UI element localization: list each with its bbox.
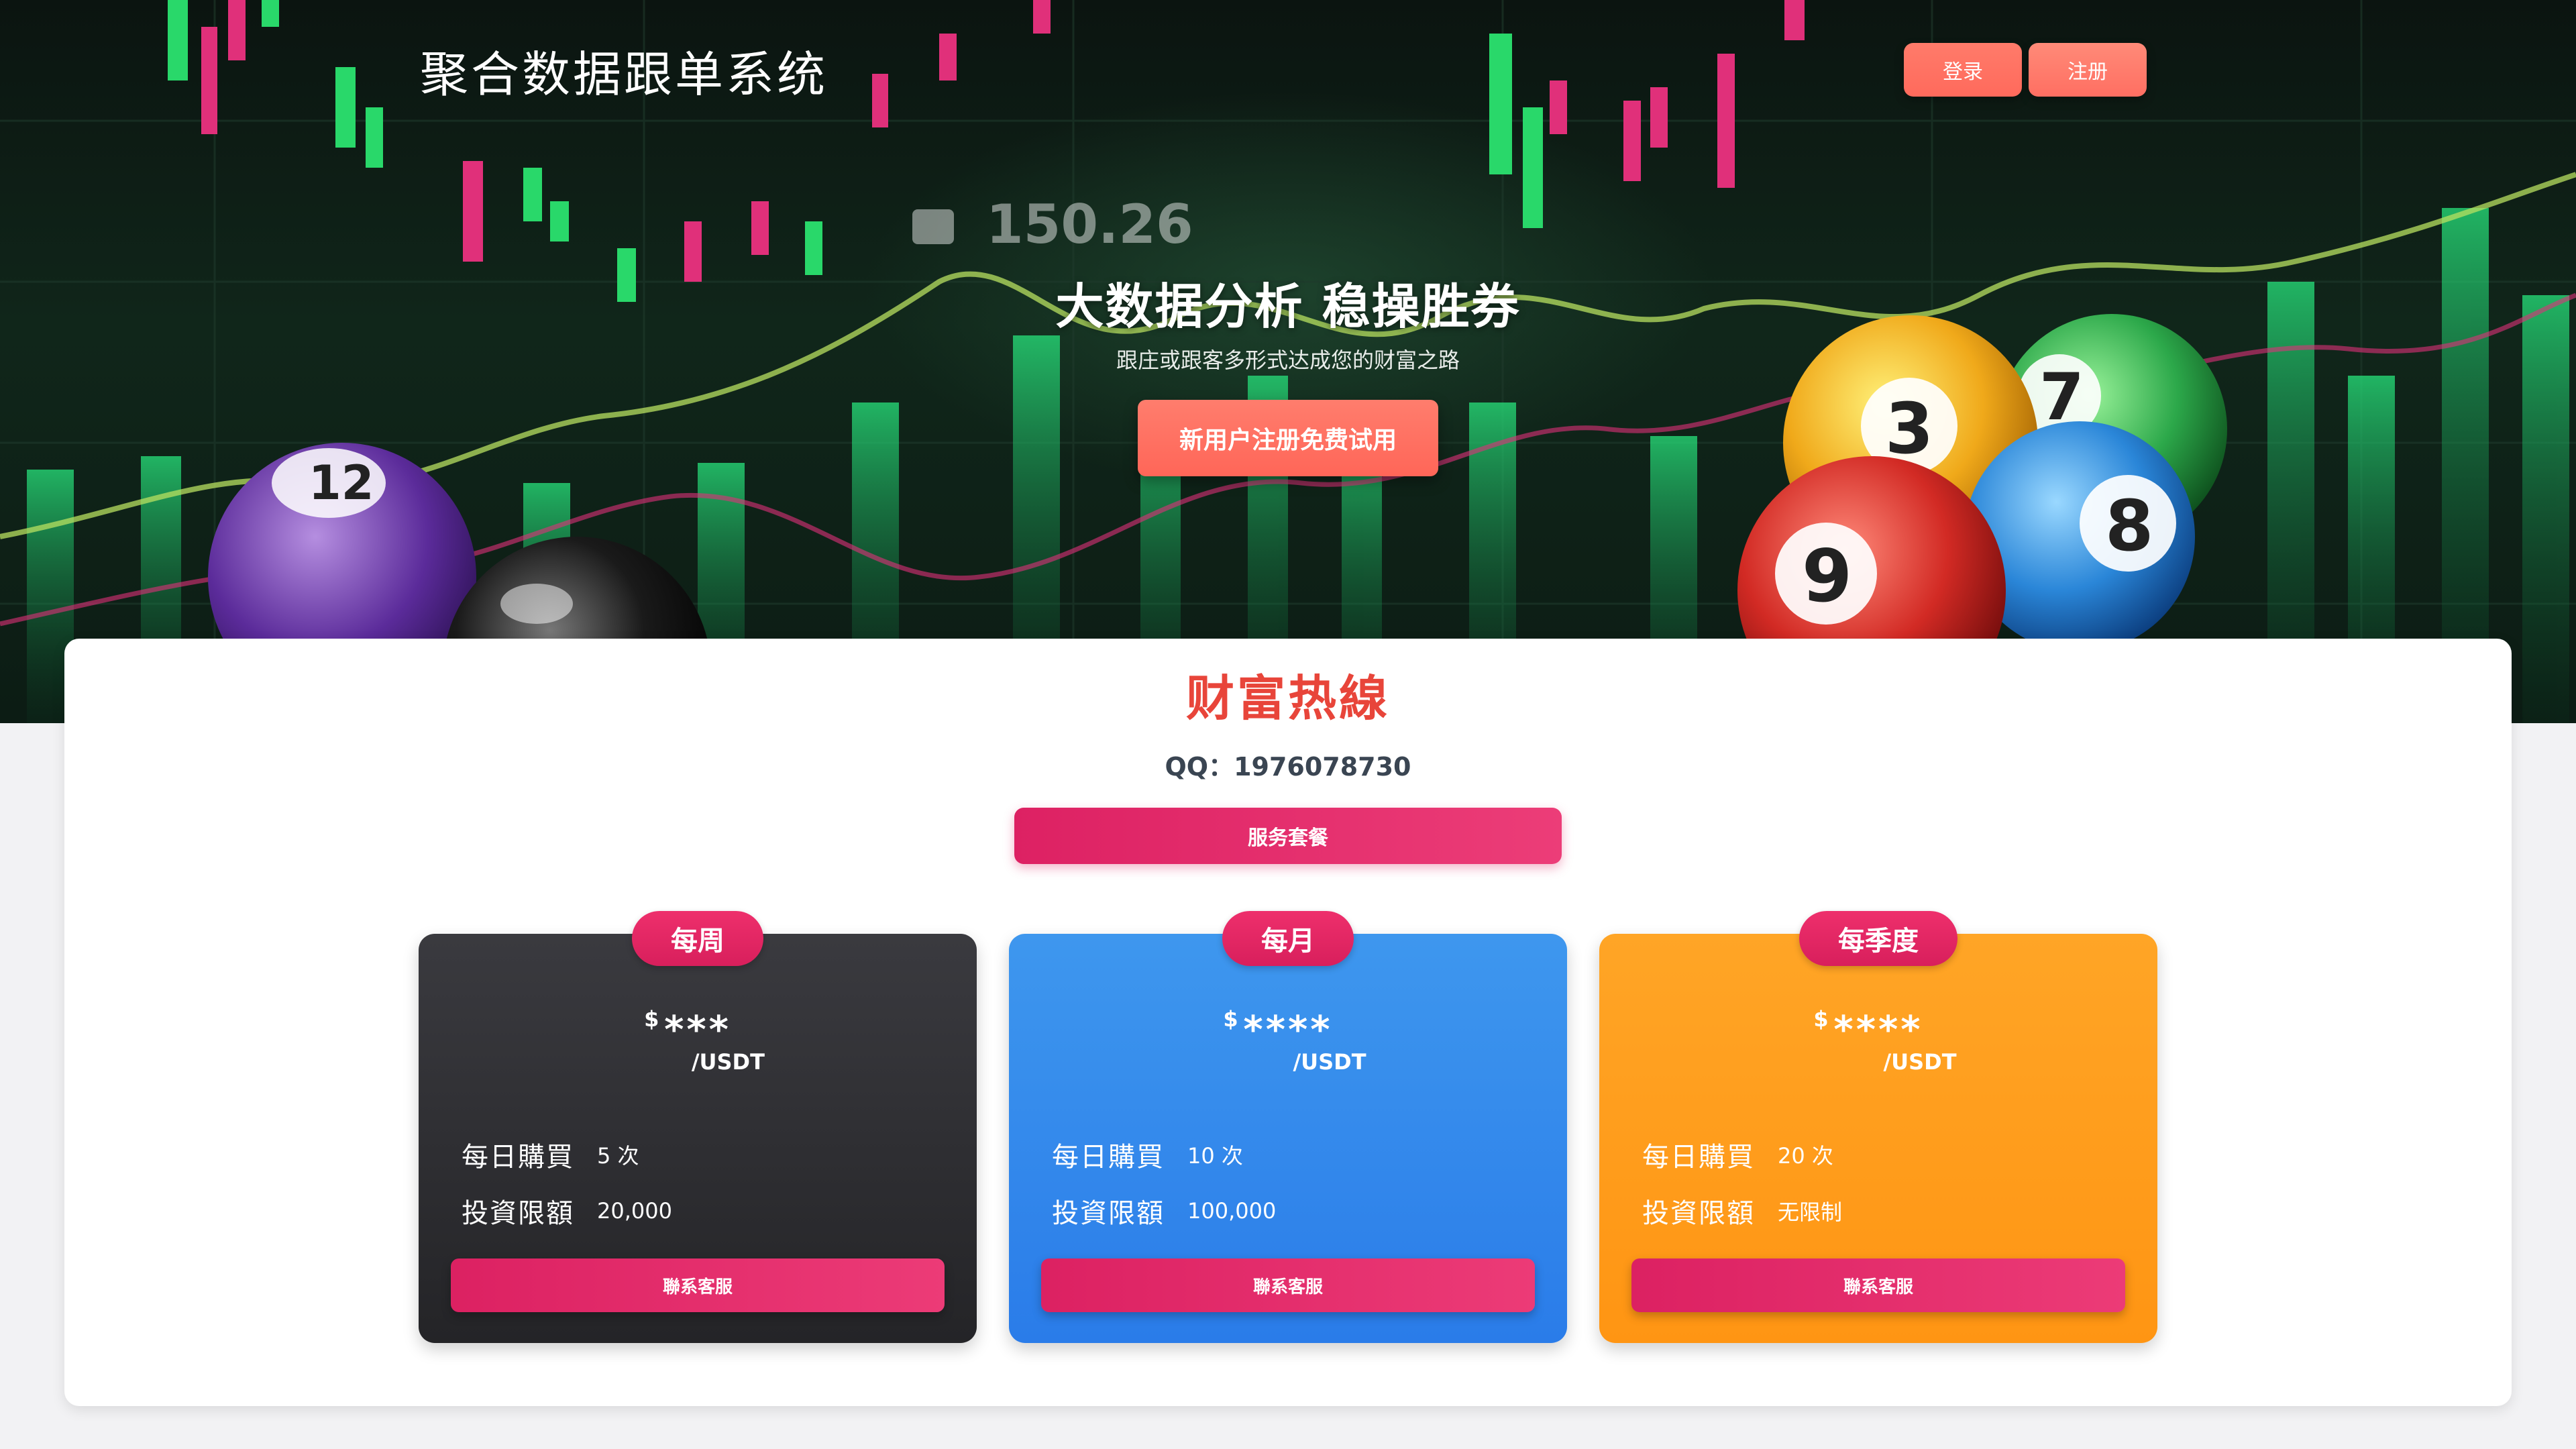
contact-support-button[interactable]: 聯系客服 bbox=[1631, 1258, 2125, 1312]
register-button[interactable]: 注册 bbox=[2029, 43, 2147, 97]
daily-purchase-value: 20 次 bbox=[1778, 1143, 1833, 1169]
price-amount: *** bbox=[664, 1008, 731, 1052]
hero-banner: 150.26 12 7 3 8 9 聚合数据跟单系统 登录 注册 大数据分析 稳… bbox=[0, 0, 2576, 723]
site-title: 聚合数据跟单系统 bbox=[420, 46, 828, 103]
investment-limit-row: 投資限額 无限制 bbox=[1642, 1191, 1842, 1230]
price-unit: /USDT bbox=[691, 1049, 765, 1075]
price-amount: **** bbox=[1833, 1008, 1923, 1052]
free-trial-signup-button[interactable]: 新用户注册免费试用 bbox=[1138, 400, 1438, 476]
ball-number-3: 3 bbox=[1885, 388, 1933, 470]
price-unit: /USDT bbox=[1883, 1049, 1957, 1075]
hero-subtitle: 跟庄或跟客多形式达成您的财富之路 bbox=[1116, 347, 1460, 373]
plan-card-quarterly: 每季度 $ **** /USDT 每日購買 20 次 投資限額 无限制 聯系客服 bbox=[1599, 911, 2157, 1343]
investment-limit-label: 投資限額 bbox=[462, 1198, 574, 1229]
hero-headline: 大数据分析 稳操胜券 bbox=[1055, 278, 1521, 335]
plan-price: $ *** /USDT bbox=[644, 1006, 765, 1075]
daily-purchase-row: 每日購買 5 次 bbox=[462, 1135, 639, 1174]
plan-price: $ **** /USDT bbox=[1223, 1006, 1366, 1075]
plan-card-weekly: 每周 $ *** /USDT 每日購買 5 次 投資限額 20,000 聯系客服 bbox=[419, 911, 977, 1343]
ball-number-12: 12 bbox=[309, 455, 374, 511]
contact-support-button[interactable]: 聯系客服 bbox=[451, 1258, 945, 1312]
plan-price: $ **** /USDT bbox=[1813, 1006, 1956, 1075]
investment-limit-value: 无限制 bbox=[1778, 1199, 1843, 1225]
investment-limit-label: 投資限額 bbox=[1642, 1198, 1755, 1229]
daily-purchase-value: 10 次 bbox=[1187, 1143, 1243, 1169]
daily-purchase-label: 每日購買 bbox=[462, 1142, 574, 1173]
investment-limit-label: 投資限額 bbox=[1052, 1198, 1165, 1229]
plan-name-badge: 每周 bbox=[632, 911, 763, 966]
daily-purchase-label: 每日購買 bbox=[1642, 1142, 1755, 1173]
login-button[interactable]: 登录 bbox=[1904, 43, 2022, 97]
daily-purchase-row: 每日購買 20 次 bbox=[1642, 1135, 1833, 1174]
daily-purchase-label: 每日購買 bbox=[1052, 1142, 1165, 1173]
service-packages-button[interactable]: 服务套餐 bbox=[1014, 808, 1562, 864]
plan-name-badge: 每季度 bbox=[1799, 911, 1957, 966]
contact-support-button[interactable]: 聯系客服 bbox=[1041, 1258, 1535, 1312]
plan-card-monthly: 每月 $ **** /USDT 每日購買 10 次 投資限額 100,000 聯… bbox=[1009, 911, 1567, 1343]
daily-purchase-row: 每日購買 10 次 bbox=[1052, 1135, 1243, 1174]
currency-symbol: $ bbox=[1223, 1006, 1238, 1032]
investment-limit-value: 20,000 bbox=[597, 1198, 672, 1224]
ticker-value: 150.26 bbox=[986, 193, 1193, 256]
plan-name-badge: 每月 bbox=[1222, 911, 1354, 966]
price-unit: /USDT bbox=[1293, 1049, 1366, 1075]
ball-number-8: 8 bbox=[2105, 485, 2153, 567]
currency-symbol: $ bbox=[644, 1006, 659, 1032]
currency-symbol: $ bbox=[1813, 1006, 1829, 1032]
qq-contact: QQ：1976078730 bbox=[1165, 752, 1411, 782]
investment-limit-row: 投資限額 20,000 bbox=[462, 1191, 672, 1230]
investment-limit-value: 100,000 bbox=[1187, 1198, 1277, 1224]
price-amount: **** bbox=[1243, 1008, 1333, 1052]
daily-purchase-value: 5 次 bbox=[597, 1143, 639, 1169]
ball-number-9: 9 bbox=[1802, 535, 1852, 619]
hotline-title: 财富热線 bbox=[1185, 670, 1390, 727]
investment-limit-row: 投資限額 100,000 bbox=[1052, 1191, 1276, 1230]
